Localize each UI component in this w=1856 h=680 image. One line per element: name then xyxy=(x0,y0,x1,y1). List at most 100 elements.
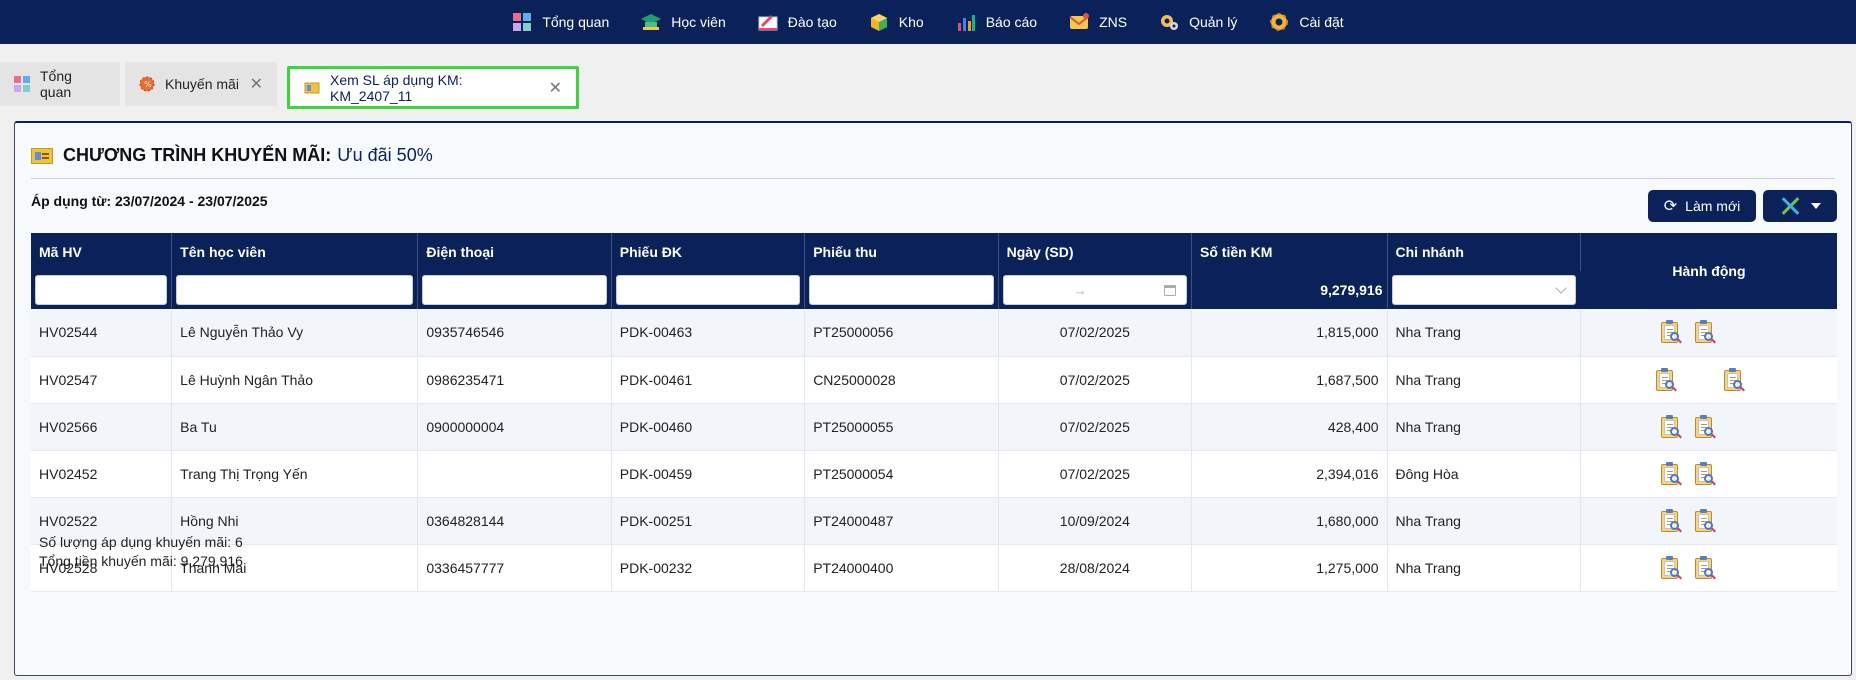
cell-ngay: 07/02/2025 xyxy=(998,450,1193,498)
cell-actions xyxy=(1580,497,1837,545)
cell-actions xyxy=(1580,309,1837,357)
view-registration-icon[interactable] xyxy=(1660,555,1682,580)
cell-phieu-dk: PDK-00461 xyxy=(611,356,806,404)
calendar-icon[interactable] xyxy=(1164,284,1177,296)
cell-ngay: 07/02/2025 xyxy=(998,356,1193,404)
table-row[interactable]: HV02566 Ba Tu 0900000004 PDK-00460 PT2500005… xyxy=(31,403,1837,451)
nav-label: ZNS xyxy=(1099,14,1128,30)
cell-ten: Lê Nguyễn Thảo Vy xyxy=(171,309,419,357)
cell-phieu-thu: PT24000400 xyxy=(804,544,999,592)
program-name: Ưu đãi 50% xyxy=(337,145,433,165)
cell-chi-nhanh: Nha Trang xyxy=(1387,403,1581,451)
filter-dien-thoai[interactable] xyxy=(422,275,607,305)
tab-label: Khuyến mãi xyxy=(165,76,239,92)
caret-down-icon xyxy=(1811,203,1821,209)
filter-ten-hoc-vien[interactable] xyxy=(176,275,414,305)
nav-label: Tổng quan xyxy=(542,14,610,30)
view-registration-icon[interactable] xyxy=(1660,414,1682,439)
view-receipt-icon[interactable] xyxy=(1694,555,1716,580)
cell-chi-nhanh: Nha Trang xyxy=(1387,544,1581,592)
view-registration-icon[interactable] xyxy=(1660,320,1682,344)
nav-item-hoc-vien[interactable]: Học viên xyxy=(625,0,741,44)
col-header[interactable]: Mã HV xyxy=(31,233,173,271)
col-header[interactable]: Điện thoại xyxy=(417,233,612,271)
tools-dropdown-button[interactable] xyxy=(1763,190,1837,222)
cell-so-tien: 428,400 xyxy=(1191,403,1388,451)
table-row[interactable]: HV02528 Thanh Mai 0336457777 PDK-00232 PT240… xyxy=(31,544,1837,592)
ticket-icon xyxy=(304,80,320,96)
page-title: CHƯƠNG TRÌNH KHUYẾN MÃI: Ưu đãi 50% xyxy=(31,145,433,166)
arrow-right-icon: → xyxy=(1073,282,1087,298)
usage-count: Số lượng áp dụng khuyến mãi: 6 xyxy=(39,534,243,550)
cell-phieu-dk: PDK-00463 xyxy=(611,309,806,357)
cell-ma-hv: HV02547 xyxy=(31,356,173,404)
cell-so-tien: 1,815,000 xyxy=(1191,309,1388,357)
cell-dien-thoai: 0935746546 xyxy=(417,309,612,357)
nav-item-dao-tao[interactable]: Đào tạo xyxy=(742,0,853,44)
cell-phieu-dk: PDK-00232 xyxy=(611,544,806,592)
divider xyxy=(31,178,1835,179)
view-registration-icon[interactable] xyxy=(1655,367,1677,392)
apply-range: Áp dụng từ: 23/07/2024 - 23/07/2025 xyxy=(31,193,268,209)
table-row[interactable]: HV02452 Trang Thị Trọng Yến PDK-00459 PT250… xyxy=(31,450,1837,498)
filter-date-range[interactable]: → xyxy=(1002,275,1188,305)
view-registration-icon[interactable] xyxy=(1660,461,1682,486)
close-icon[interactable]: ✕ xyxy=(250,74,263,94)
filter-phieu-dk[interactable] xyxy=(615,275,801,305)
col-header[interactable]: Phiếu ĐK xyxy=(611,233,806,271)
cell-ngay: 10/09/2024 xyxy=(998,497,1193,545)
promotion-usage-panel: CHƯƠNG TRÌNH KHUYẾN MÃI: Ưu đãi 50% Áp d… xyxy=(14,121,1852,676)
tab-tong-quan[interactable]: Tổng quan xyxy=(0,62,120,106)
nav-item-tong-quan[interactable]: Tổng quan xyxy=(496,0,625,44)
cell-dien-thoai xyxy=(417,450,612,498)
view-registration-icon[interactable] xyxy=(1660,508,1682,533)
close-icon[interactable]: ✕ xyxy=(549,78,562,98)
filter-ma-hv[interactable] xyxy=(35,275,168,305)
refresh-icon: ⟳ xyxy=(1663,198,1678,215)
cell-dien-thoai: 0900000004 xyxy=(417,403,612,451)
nav-item-quan-ly[interactable]: Quản lý xyxy=(1143,0,1253,44)
cell-phieu-thu: PT24000487 xyxy=(804,497,999,545)
nav-item-cai-dat[interactable]: Cài đặt xyxy=(1253,0,1359,44)
nav-label: Báo cáo xyxy=(985,14,1038,30)
nav-item-zns[interactable]: ZNS xyxy=(1053,0,1143,44)
view-receipt-icon[interactable] xyxy=(1723,367,1745,392)
cell-ma-hv: HV02544 xyxy=(31,309,173,357)
cell-so-tien: 1,687,500 xyxy=(1191,356,1388,404)
refresh-button[interactable]: ⟳ Làm mới xyxy=(1648,190,1756,222)
view-receipt-icon[interactable] xyxy=(1694,508,1716,533)
nav-item-bao-cao[interactable]: Báo cáo xyxy=(940,0,1053,44)
filter-phieu-thu[interactable] xyxy=(809,275,994,305)
view-receipt-icon[interactable] xyxy=(1694,414,1716,439)
cell-chi-nhanh: Nha Trang xyxy=(1387,309,1581,357)
table-row[interactable]: HV02547 Lê Huỳnh Ngân Thảo 0986235471 PDK-0… xyxy=(31,356,1837,404)
cell-phieu-dk: PDK-00460 xyxy=(611,403,806,451)
table-row[interactable]: HV02544 Lê Nguyễn Thảo Vy 0935746546 PDK-00… xyxy=(31,309,1837,357)
col-header[interactable]: Chi nhánh xyxy=(1387,233,1581,271)
view-receipt-icon[interactable] xyxy=(1694,461,1716,486)
cell-chi-nhanh: Đông Hòa xyxy=(1387,450,1581,498)
tab-khuyen-mai[interactable]: % Khuyến mãi ✕ xyxy=(125,62,277,106)
promotion-usage-table: Mã HV Tên học viên Điện thoại Phiếu ĐK P… xyxy=(31,233,1837,592)
col-header-actions: Hành động xyxy=(1580,233,1837,309)
cell-ma-hv: HV02566 xyxy=(31,403,173,451)
settings-icon xyxy=(1269,12,1289,32)
table-row[interactable]: HV02522 Hồng Nhi 0364828144 PDK-00251 PT2400… xyxy=(31,497,1837,545)
nav-item-kho[interactable]: Kho xyxy=(853,0,940,44)
col-header[interactable]: Ngày (SD) xyxy=(998,233,1193,271)
nav-label: Cài đặt xyxy=(1299,14,1344,30)
cell-phieu-thu: CN25000028 xyxy=(804,356,999,404)
dashboard-icon xyxy=(512,12,532,32)
student-icon xyxy=(641,12,662,32)
col-header[interactable]: Phiếu thu xyxy=(804,233,999,271)
view-receipt-icon[interactable] xyxy=(1694,320,1716,344)
tab-xem-sl-ap-dung[interactable]: Xem SL áp dụng KM: KM_2407_11 ✕ xyxy=(287,66,579,109)
promotion-icon: % xyxy=(139,76,155,92)
cell-dien-thoai: 0336457777 xyxy=(417,544,612,592)
col-header[interactable]: Số tiền KM xyxy=(1191,233,1388,271)
cell-actions xyxy=(1580,356,1837,404)
col-header[interactable]: Tên học viên xyxy=(171,233,419,271)
cell-ten: Lê Huỳnh Ngân Thảo xyxy=(171,356,419,404)
cell-phieu-thu: PT25000055 xyxy=(804,403,999,451)
filter-chi-nhanh[interactable] xyxy=(1391,275,1577,305)
